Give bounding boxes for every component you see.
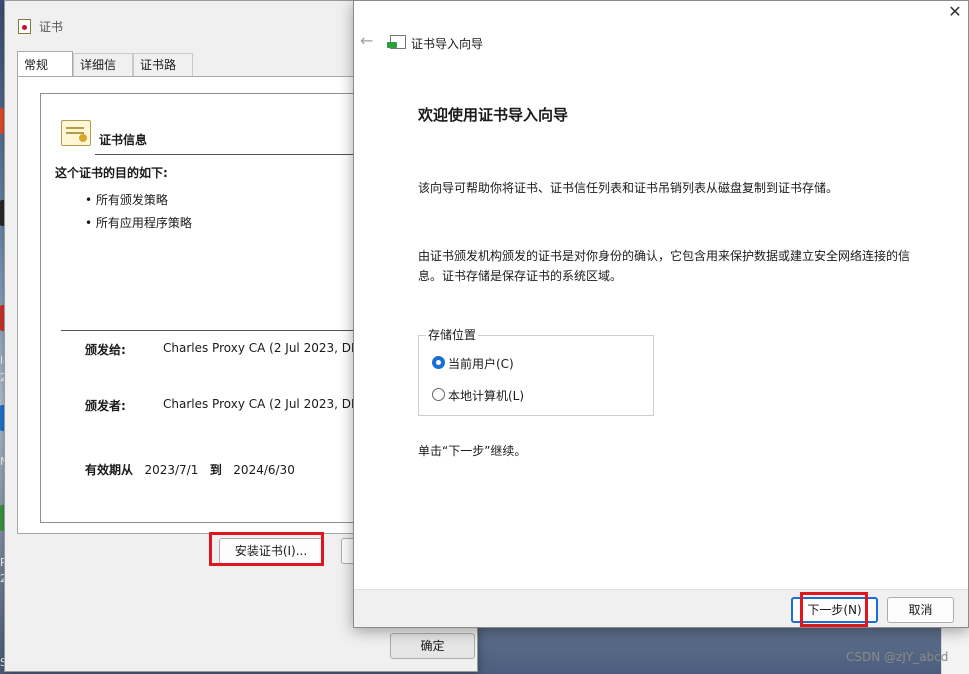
purpose-title: 这个证书的目的如下: (55, 166, 168, 180)
wizard-title: 证书导入向导 (411, 37, 484, 51)
issued-by-label: 颁发者: (85, 399, 126, 413)
tab-certification-path[interactable]: 证书路径 (133, 53, 193, 94)
certificate-app-icon (18, 19, 31, 34)
tab-details[interactable]: 详细信息 (73, 53, 133, 94)
issued-to-label: 颁发给: (85, 343, 126, 357)
issued-to-value: Charles Proxy CA (2 Jul 2023, DES (163, 341, 367, 355)
valid-from-date: 2023/7/1 (144, 463, 199, 477)
highlight-next-button (800, 592, 868, 627)
current-user-label[interactable]: 当前用户(C) (448, 355, 514, 372)
issued-by-value: Charles Proxy CA (2 Jul 2023, DES (163, 397, 367, 411)
window-title: 证书 (39, 20, 64, 34)
wizard-heading: 欢迎使用证书导入向导 (418, 106, 569, 124)
cancel-button[interactable]: 取消 (887, 597, 954, 623)
local-machine-radio[interactable] (432, 388, 445, 401)
valid-to-date: 2024/6/30 (233, 463, 295, 477)
store-location-title: 存储位置 (426, 326, 479, 343)
certificate-import-icon (387, 35, 406, 49)
back-arrow-icon[interactable]: ← (360, 31, 373, 50)
valid-to-label: 到 (209, 463, 222, 477)
local-machine-label[interactable]: 本地计算机(L) (448, 387, 524, 404)
certificate-info-title: 证书信息 (99, 133, 148, 147)
policy-item: • 所有颁发策略 (85, 193, 168, 207)
watermark: CSDN @zJY_abcd (846, 650, 949, 664)
wizard-description-2: 由证书颁发机构颁发的证书是对你身份的确认，它包含用来保护数据或建立安全网络连接的… (418, 249, 911, 283)
continue-instruction: 单击“下一步”继续。 (418, 444, 527, 458)
current-user-radio[interactable] (432, 356, 445, 369)
certificate-import-wizard: ✕ ← 证书导入向导 欢迎使用证书导入向导 该向导可帮助你将证书、证书信任列表和… (353, 0, 969, 628)
certificate-icon (61, 120, 91, 146)
validity-period: 有效期从 2023/7/1 到 2024/6/30 (85, 461, 295, 478)
tab-general[interactable]: 常规 (17, 51, 73, 77)
close-icon[interactable]: ✕ (942, 1, 968, 25)
valid-from-label: 有效期从 (85, 463, 134, 477)
highlight-install-button (209, 532, 324, 566)
ok-button[interactable]: 确定 (390, 633, 475, 659)
policy-item: • 所有应用程序策略 (85, 216, 192, 230)
wizard-description: 该向导可帮助你将证书、证书信任列表和证书吊销列表从磁盘复制到证书存储。 (418, 181, 839, 195)
